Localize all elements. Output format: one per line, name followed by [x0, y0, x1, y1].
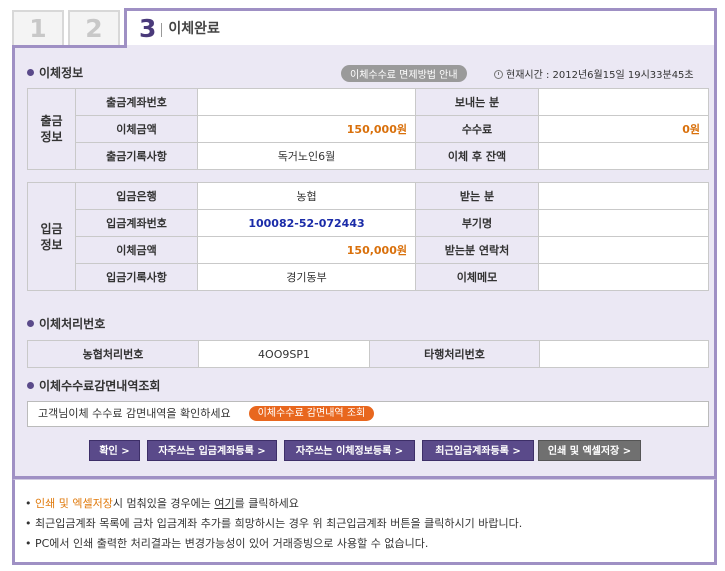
- fee-value: 0원: [538, 115, 709, 143]
- tab-step-2: 2: [68, 10, 120, 48]
- table-row: 이체금액 150,000원 수수료 0원: [28, 115, 709, 143]
- sender-value: [538, 88, 709, 116]
- note-3: • PC에서 인쇄 출력한 처리결과는 변경가능성이 있어 거래증빙으로 사용할…: [25, 537, 429, 550]
- sender-label: 보내는 분: [415, 88, 539, 116]
- transfer-memo-value: [538, 263, 709, 291]
- tab-step-1: 1: [12, 10, 64, 48]
- recipient-label: 받는 분: [415, 182, 539, 210]
- deposit-memo-label: 입금기록사항: [75, 263, 198, 291]
- note-highlight: 인쇄 및 엑셀저장: [35, 497, 113, 510]
- table-row: 출금기록사항 독거노인6월 이체 후 잔액: [28, 142, 709, 170]
- withdrawal-memo-value: 독거노인6월: [197, 142, 416, 170]
- recipient-value: [538, 182, 709, 210]
- balance-after-label: 이체 후 잔액: [415, 142, 539, 170]
- here-link[interactable]: 여기: [214, 497, 234, 510]
- other-processing-value: [539, 340, 709, 368]
- table-row: 입금기록사항 경기동부 이체메모: [28, 263, 709, 291]
- deposit-memo-value: 경기동부: [197, 263, 416, 291]
- register-transfer-info-button[interactable]: 자주쓰는 이체정보등록 >: [284, 440, 415, 461]
- note-1: • 인쇄 및 엑셀저장시 멈춰있을 경우에는 여기를 클릭하세요: [25, 494, 704, 514]
- transfer-info-title: 이체정보: [27, 64, 83, 81]
- recipient-contact-value: [538, 236, 709, 264]
- deposit-bank-label: 입금은행: [75, 182, 198, 210]
- deposit-bank-value: 농협: [197, 182, 416, 210]
- withdrawal-table: 출금정보 출금계좌번호 보내는 분 이체금액 150,000원 수수료 0원 출…: [27, 88, 709, 170]
- nh-processing-label: 농협처리번호: [27, 340, 199, 368]
- processing-table: 농협처리번호 4OO9SP1 타행처리번호: [27, 340, 709, 368]
- clock-icon: [494, 70, 503, 79]
- deposit-table: 입금정보 입금은행 농협 받는 분 입금계좌번호 100082-52-07244…: [27, 182, 709, 291]
- balance-after-value: [538, 142, 709, 170]
- withdrawal-account-label: 출금계좌번호: [75, 88, 198, 116]
- bullet-icon: [27, 320, 34, 327]
- withdrawal-account-value: [197, 88, 416, 116]
- deposit-account-label: 입금계좌번호: [75, 209, 198, 237]
- fee-reduction-message: 고객님이체 수수료 감면내역을 확인하세요: [38, 407, 231, 420]
- fee-reduction-title-text: 이체수수료감면내역조회: [39, 379, 161, 393]
- transfer-memo-label: 이체메모: [415, 263, 539, 291]
- note-text: 를 클릭하세요: [234, 497, 299, 510]
- register-recent-account-button[interactable]: 최근입금계좌등록 >: [422, 440, 534, 461]
- table-row: 출금정보 출금계좌번호 보내는 분: [27, 88, 709, 170]
- table-row: 농협처리번호 4OO9SP1 타행처리번호: [27, 340, 709, 368]
- step-separator: [161, 23, 163, 37]
- result-panel: 이체정보 이체수수료 면제방법 안내 현재시간 : 2012년6월15일 19시…: [12, 45, 717, 479]
- alias-label: 부기명: [415, 209, 539, 237]
- transfer-info-title-text: 이체정보: [39, 66, 84, 80]
- table-row: 이체금액 150,000원 받는분 연락처: [28, 236, 709, 264]
- bullet-icon: [27, 382, 34, 389]
- fee-reduction-button[interactable]: 이체수수료 감면내역 조회: [248, 406, 375, 421]
- transfer-amount-label: 이체금액: [75, 115, 198, 143]
- recipient-contact-label: 받는분 연락처: [415, 236, 539, 264]
- nh-processing-value: 4OO9SP1: [198, 340, 370, 368]
- deposit-group-label: 입금정보: [27, 182, 76, 291]
- deposit-amount-label: 이체금액: [75, 236, 198, 264]
- bullet-icon: [27, 69, 34, 76]
- other-processing-label: 타행처리번호: [369, 340, 540, 368]
- page-title: 이체완료: [168, 21, 220, 37]
- table-row: 입금계좌번호 100082-52-072443 부기명: [28, 209, 709, 237]
- processing-title: 이체처리번호: [27, 315, 105, 332]
- withdrawal-group-text: 출금정보: [40, 114, 63, 144]
- current-time-text: 현재시간 : 2012년6월15일 19시33분45초: [506, 70, 694, 81]
- transfer-amount-value: 150,000원: [197, 115, 416, 143]
- fee-reduction-box: 고객님이체 수수료 감면내역을 확인하세요 이체수수료 감면내역 조회: [27, 401, 709, 427]
- notes-box: • 인쇄 및 엑셀저장시 멈춰있을 경우에는 여기를 클릭하세요 • 최근입금계…: [12, 479, 717, 565]
- fee-label: 수수료: [415, 115, 539, 143]
- deposit-group-text: 입금정보: [40, 221, 63, 252]
- fee-guide-button[interactable]: 이체수수료 면제방법 안내: [341, 65, 467, 82]
- note-text: 시 멈춰있을 경우에는: [112, 497, 215, 510]
- step-tabs: 1 2 3 이체완료: [12, 8, 717, 48]
- table-row: 입금정보 입금은행 농협 받는 분: [27, 182, 709, 291]
- fee-reduction-title: 이체수수료감면내역조회: [27, 377, 160, 394]
- register-deposit-account-button[interactable]: 자주쓰는 입금계좌등록 >: [147, 440, 277, 461]
- step-number: 3: [139, 14, 157, 43]
- note-bullet: •: [25, 497, 35, 510]
- confirm-button[interactable]: 확인 >: [89, 440, 140, 461]
- deposit-account-value: 100082-52-072443: [197, 209, 416, 237]
- note-2: • 최근입금계좌 목록에 금차 입금계좌 추가를 희망하시는 경우 위 최근입금…: [25, 517, 523, 530]
- processing-title-text: 이체처리번호: [39, 317, 106, 331]
- alias-value: [538, 209, 709, 237]
- withdrawal-group-label: 출금정보: [27, 88, 76, 170]
- current-time: 현재시간 : 2012년6월15일 19시33분45초: [494, 66, 694, 81]
- print-excel-button[interactable]: 인쇄 및 엑셀저장 >: [538, 440, 641, 461]
- withdrawal-memo-label: 출금기록사항: [75, 142, 198, 170]
- deposit-amount-value: 150,000원: [197, 236, 416, 264]
- tab-step-3: 3 이체완료: [124, 8, 717, 48]
